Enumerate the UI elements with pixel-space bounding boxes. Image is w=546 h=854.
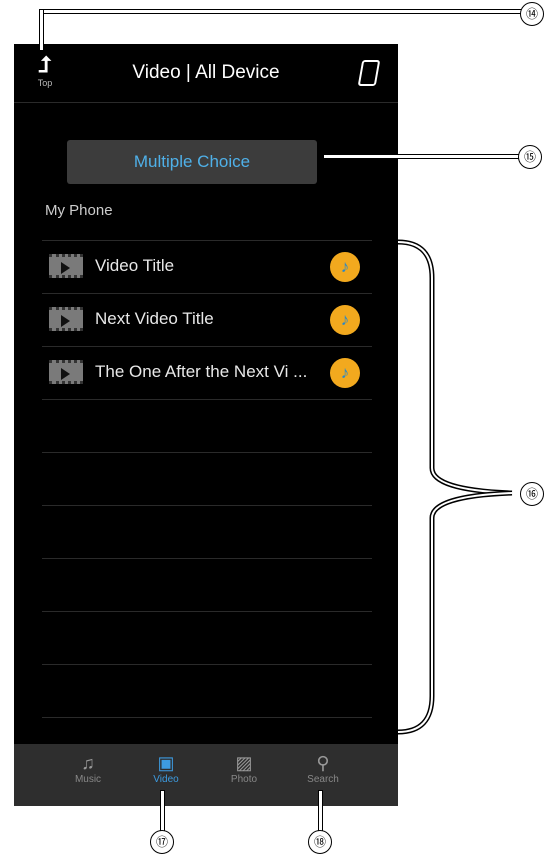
callout-line (323, 154, 521, 159)
callout-line (39, 9, 523, 14)
music-note-icon[interactable]: ♪ (330, 305, 360, 335)
photo-icon: ▨ (235, 753, 253, 773)
empty-row (42, 664, 372, 718)
film-icon (49, 307, 83, 331)
list-item[interactable]: Video Title ♪ (42, 240, 372, 293)
multiple-choice-button[interactable]: Multiple Choice (67, 140, 317, 184)
up-arrow-icon: ⮥ (38, 52, 52, 77)
music-note-icon[interactable]: ♪ (330, 252, 360, 282)
callout-bracket (397, 239, 513, 735)
tab-video[interactable]: ▣ Video (136, 752, 196, 785)
empty-row (42, 558, 372, 611)
tab-search[interactable]: ⚲ Search (293, 752, 353, 785)
page-title: Video | All Device (132, 62, 280, 83)
callout-14: ⑭ (520, 2, 544, 26)
empty-row (42, 611, 372, 664)
video-title: The One After the Next Vi ... (95, 362, 308, 381)
tab-bar: ♫ Music ▣ Video ▨ Photo ⚲ Search (14, 744, 398, 806)
callout-line (39, 9, 44, 51)
empty-row (42, 399, 372, 452)
music-note-icon[interactable]: ♪ (330, 358, 360, 388)
tab-music[interactable]: ♫ Music (58, 752, 118, 785)
search-icon: ⚲ (316, 753, 330, 773)
callout-18: ⑱ (308, 830, 332, 854)
video-icon: ▣ (157, 753, 175, 773)
tab-label: Music (74, 774, 102, 785)
film-icon (49, 360, 83, 384)
film-icon (49, 254, 83, 278)
top-label: Top (37, 78, 53, 88)
section-title: My Phone (45, 202, 113, 219)
tab-label: Video (153, 774, 179, 785)
callout-17: ⑰ (150, 830, 174, 854)
video-title: Video Title (95, 256, 175, 275)
callout-15: ⑮ (518, 145, 542, 169)
video-list: Video Title ♪ Next Video Title ♪ The One… (42, 240, 372, 718)
tab-photo[interactable]: ▨ Photo (214, 752, 274, 785)
empty-row (42, 505, 372, 558)
list-item[interactable]: The One After the Next Vi ... ♪ (42, 346, 372, 399)
music-icon: ♫ (81, 753, 95, 773)
tab-label: Search (307, 774, 339, 785)
phone-icon[interactable] (357, 60, 381, 86)
callout-16: ⑯ (520, 482, 544, 506)
empty-row (42, 452, 372, 505)
top-button[interactable]: ⮥ Top (30, 54, 60, 94)
top-bar: ⮥ Top Video | All Device (14, 44, 398, 103)
video-title: Next Video Title (95, 309, 214, 328)
tab-label: Photo (230, 774, 258, 785)
list-item[interactable]: Next Video Title ♪ (42, 293, 372, 346)
